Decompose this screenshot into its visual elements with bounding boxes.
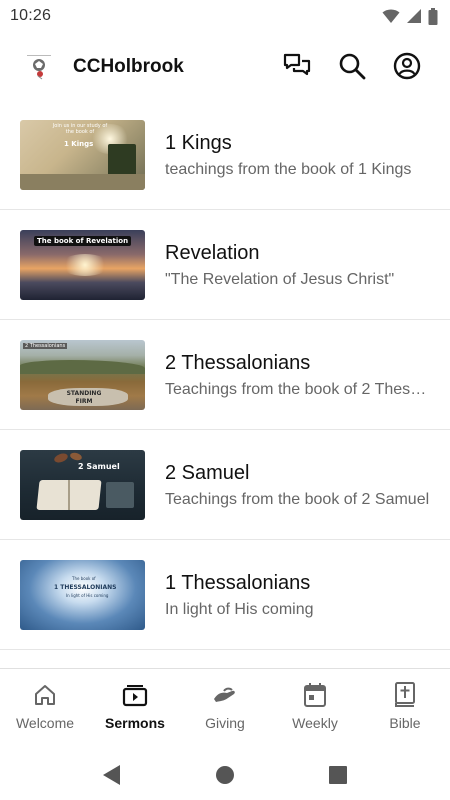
nav-label: Weekly: [292, 715, 338, 731]
bottom-navigation: Welcome Sermons Giving Weekly Bible: [0, 668, 450, 750]
sermon-item-revelation[interactable]: The book of Revelation Revelation "The R…: [0, 210, 450, 320]
sermon-item-2-thessalonians[interactable]: 2 Thessalonians STANDING FIRM 2 Thessalo…: [0, 320, 450, 430]
home-button[interactable]: [210, 760, 240, 790]
wifi-icon: [382, 9, 400, 23]
nav-label: Sermons: [105, 715, 165, 731]
home-circle-icon: [216, 766, 234, 784]
bible-icon: [392, 682, 418, 708]
nav-item-sermons[interactable]: Sermons: [90, 669, 180, 750]
sermon-item-2-samuel[interactable]: 2 Samuel 2 Samuel Teachings from the boo…: [0, 430, 450, 540]
sermon-title: 1 Thessalonians: [165, 572, 311, 594]
sermon-subtitle: In light of His coming: [165, 601, 314, 618]
chat-button[interactable]: [281, 50, 313, 82]
sermon-subtitle: Teachings from the book of 2 Thessalonia…: [165, 381, 431, 398]
thumb-label: 1 Kings: [64, 140, 94, 148]
app-bar: CCHolbrook: [0, 34, 450, 98]
thumb-caption: In light of His coming: [66, 593, 109, 598]
account-button[interactable]: [391, 50, 423, 82]
system-navigation-bar: [0, 750, 450, 800]
thumb-label: 2 Samuel: [78, 462, 120, 471]
nav-item-bible[interactable]: Bible: [360, 669, 450, 750]
sermon-thumbnail: Join us in our study of the book of 1 Ki…: [20, 120, 145, 190]
status-time: 10:26: [10, 7, 52, 24]
sermon-list: Join us in our study of the book of 1 Ki…: [0, 100, 450, 668]
sermon-title: 1 Kings: [165, 132, 232, 154]
account-icon: [393, 52, 421, 80]
status-bar: 10:26: [0, 0, 450, 32]
thumb-heading: Join us in our study of the book of: [52, 123, 108, 135]
sermon-item-1-kings[interactable]: Join us in our study of the book of 1 Ki…: [0, 100, 450, 210]
thumb-label: STANDING FIRM: [66, 390, 102, 405]
sermon-item-1-thessalonians[interactable]: The book of 1 THESSALONIANS In light of …: [0, 540, 450, 650]
back-button[interactable]: [96, 760, 126, 790]
church-logo: [22, 50, 56, 84]
giving-hand-icon: [212, 682, 238, 708]
thumb-label: 1 THESSALONIANS: [54, 584, 117, 591]
sermon-thumbnail: 2 Thessalonians STANDING FIRM: [20, 340, 145, 410]
sermon-title: 2 Samuel: [165, 462, 250, 484]
thumb-heading: The book of: [72, 576, 96, 581]
sermon-thumbnail: The book of Revelation: [20, 230, 145, 300]
recents-button[interactable]: [323, 760, 353, 790]
nav-label: Bible: [389, 715, 421, 731]
battery-icon: [428, 7, 438, 25]
thumb-label: The book of Revelation: [34, 236, 132, 246]
app-title: CCHolbrook: [73, 56, 184, 77]
video-icon: [122, 682, 148, 708]
sermon-title: Revelation: [165, 242, 260, 264]
sermon-thumbnail: The book of 1 THESSALONIANS In light of …: [20, 560, 145, 630]
nav-label: Welcome: [15, 715, 75, 731]
calendar-icon: [302, 682, 328, 708]
status-icons: [382, 7, 438, 25]
home-icon: [32, 682, 58, 708]
sermon-thumbnail: 2 Samuel: [20, 450, 145, 520]
nav-item-weekly[interactable]: Weekly: [270, 669, 360, 750]
nav-label: Giving: [205, 715, 245, 731]
search-button[interactable]: [336, 50, 368, 82]
thumb-tag: 2 Thessalonians: [23, 343, 68, 349]
recents-square-icon: [329, 766, 347, 784]
nav-item-giving[interactable]: Giving: [180, 669, 270, 750]
sermon-subtitle: "The Revelation of Jesus Christ": [165, 271, 395, 288]
back-triangle-icon: [103, 765, 120, 785]
nav-item-welcome[interactable]: Welcome: [0, 669, 90, 750]
sermon-subtitle: teachings from the book of 1 Kings: [165, 161, 412, 178]
chat-icon: [283, 53, 311, 76]
sermon-subtitle: Teachings from the book of 2 Samuel: [165, 491, 430, 508]
search-icon: [339, 53, 366, 80]
sermon-title: 2 Thessalonians: [165, 352, 311, 374]
cell-signal-icon: [407, 9, 421, 23]
